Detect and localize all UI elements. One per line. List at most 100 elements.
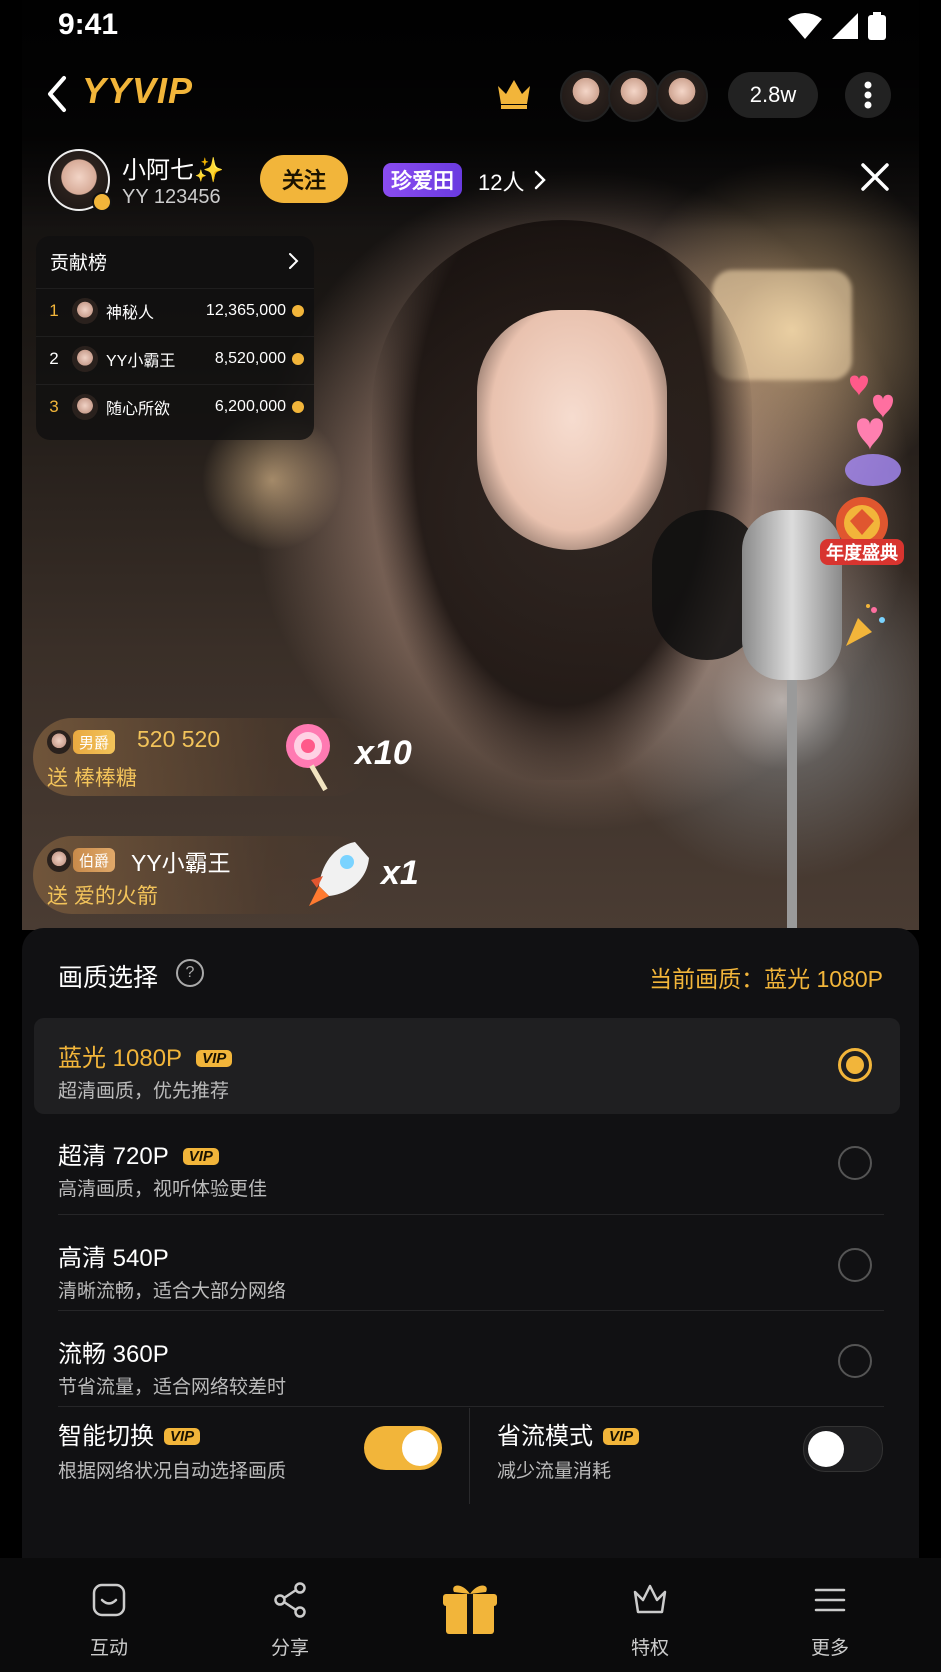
gift-sender-name: 520 520 bbox=[137, 726, 221, 752]
board-amount: 8,520,000 bbox=[214, 350, 286, 367]
data-saver-title: 省流模式 bbox=[497, 1423, 593, 1450]
chevron-right-icon[interactable] bbox=[288, 252, 300, 270]
divider bbox=[58, 1214, 884, 1215]
fan-club-badge[interactable]: 珍爱田 bbox=[383, 163, 462, 197]
board-amount: 6,200,000 bbox=[214, 398, 286, 415]
viewer-avatars[interactable] bbox=[560, 70, 708, 122]
chevron-right-icon[interactable] bbox=[533, 169, 547, 191]
coin-icon bbox=[292, 353, 304, 365]
gift-description: 送 爱的火箭 bbox=[47, 885, 158, 908]
share-icon bbox=[274, 1582, 306, 1618]
annual-gala-label: 年度盛典 bbox=[820, 539, 904, 565]
smart-switch-desc: 根据网络状况自动选择画质 bbox=[58, 1461, 287, 1482]
toggle-title: 省流模式 VIP bbox=[497, 1416, 640, 1451]
avatar bbox=[47, 848, 71, 872]
gift-banner[interactable]: 男爵 520 520 送 棒棒糖 x10 bbox=[33, 718, 412, 796]
viewer-count[interactable]: 2.8w bbox=[728, 72, 818, 118]
avatar bbox=[72, 394, 98, 420]
board-user-name: 神秘人 bbox=[106, 305, 155, 322]
annual-gala-badge[interactable]: 年度盛典 bbox=[820, 495, 904, 585]
board-user-name: YY小霸王 bbox=[106, 353, 176, 370]
board-rank: 1 bbox=[49, 301, 59, 320]
smile-chat-icon bbox=[92, 1583, 126, 1617]
nav-more[interactable]: 更多 bbox=[780, 1580, 880, 1660]
radio-selected[interactable] bbox=[838, 1048, 872, 1082]
host-level-badge bbox=[92, 192, 112, 212]
host-name: 小阿七✨ bbox=[122, 157, 224, 184]
live-room-screen: 9:41 YYVIP 2.8w 小阿七✨ YY 123456 关注 珍爱田 12… bbox=[0, 0, 941, 1672]
follow-button[interactable]: 关注 bbox=[260, 155, 348, 203]
board-row[interactable]: 1 神秘人 12,365,000 bbox=[36, 288, 314, 333]
brand-logo: YYVIP bbox=[82, 70, 194, 111]
avatar bbox=[656, 70, 708, 122]
fan-club-count[interactable]: 12人 bbox=[478, 165, 524, 197]
radio-dot bbox=[846, 1056, 864, 1074]
quality-option-title: 超清 720P VIP bbox=[58, 1136, 219, 1171]
nav-interact-label: 互动 bbox=[89, 1638, 128, 1659]
avatar bbox=[47, 730, 71, 754]
data-saver-desc: 减少流量消耗 bbox=[497, 1461, 612, 1482]
toggle-knob bbox=[808, 1431, 844, 1467]
gift-sender-name: YY小霸王 bbox=[131, 850, 231, 876]
quality-option-desc: 高清画质，视听体验更佳 bbox=[58, 1179, 268, 1200]
nav-privilege[interactable]: 特权 bbox=[600, 1580, 700, 1660]
radio-unselected[interactable] bbox=[838, 1146, 872, 1180]
smart-switch-title: 智能切换 bbox=[58, 1423, 154, 1450]
gift-description: 送 棒棒糖 bbox=[47, 767, 137, 790]
contribution-board[interactable]: 贡献榜 1 神秘人 12,365,000 2 YY小霸王 8,520,000 3… bbox=[36, 236, 314, 440]
vip-badge: VIP bbox=[164, 1428, 201, 1445]
crown-icon[interactable] bbox=[494, 72, 534, 112]
board-row[interactable]: 2 YY小霸王 8,520,000 bbox=[36, 336, 314, 381]
radio-unselected[interactable] bbox=[838, 1248, 872, 1282]
data-saver-row[interactable]: 省流模式 VIP 减少流量消耗 bbox=[469, 1416, 919, 1506]
mic-stand bbox=[787, 680, 797, 930]
board-rank: 2 bbox=[49, 349, 59, 368]
vip-badge: VIP bbox=[196, 1050, 233, 1067]
board-title: 贡献榜 bbox=[50, 253, 108, 274]
more-vertical-icon bbox=[864, 81, 872, 109]
wifi-icon bbox=[788, 13, 822, 39]
toggle-title: 智能切换 VIP bbox=[58, 1416, 201, 1451]
close-icon[interactable] bbox=[858, 160, 892, 194]
signal-icon bbox=[832, 13, 858, 39]
gift-multiplier: x10 bbox=[355, 734, 412, 772]
board-rank: 3 bbox=[49, 397, 59, 416]
quality-sheet: 画质选择 ? 当前画质：蓝光 1080P 蓝光 1080P VIP 超清画质，优先… bbox=[22, 928, 919, 1558]
quality-option-label: 高清 540P bbox=[58, 1245, 169, 1272]
noble-rank-tag: 男爵 bbox=[73, 730, 116, 754]
quality-option-720p[interactable]: 超清 720P VIP 高清画质，视听体验更佳 bbox=[34, 1116, 900, 1212]
party-popper-icon bbox=[846, 604, 885, 646]
gift-icon[interactable] bbox=[440, 1578, 500, 1638]
divider bbox=[58, 1310, 884, 1311]
quality-option-desc: 超清画质，优先推荐 bbox=[58, 1081, 230, 1102]
back-icon[interactable] bbox=[42, 74, 72, 114]
quality-option-540p[interactable]: 高清 540P 清晰流畅，适合大部分网络 bbox=[34, 1218, 900, 1314]
toggle-knob bbox=[402, 1430, 438, 1466]
more-options-button[interactable] bbox=[845, 72, 891, 118]
avatar bbox=[608, 70, 660, 122]
board-row[interactable]: 3 随心所欲 6,200,000 bbox=[36, 384, 314, 429]
status-time: 9:41 bbox=[58, 8, 119, 41]
quality-option-360p[interactable]: 流畅 360P 节省流量，适合网络较差时 bbox=[34, 1314, 900, 1410]
host-id: YY 123456 bbox=[122, 186, 221, 208]
hearts-icon bbox=[845, 375, 901, 486]
battery-icon bbox=[868, 12, 886, 40]
smart-switch-toggle[interactable] bbox=[364, 1426, 442, 1470]
board-amount: 12,365,000 bbox=[205, 302, 286, 319]
gift-banner[interactable]: 伯爵 YY小霸王 送 爱的火箭 x1 bbox=[33, 836, 419, 914]
status-icons bbox=[788, 12, 886, 40]
nav-privilege-label: 特权 bbox=[630, 1638, 669, 1659]
vip-badge: VIP bbox=[603, 1428, 640, 1445]
gift-multiplier: x1 bbox=[381, 854, 419, 892]
quality-option-1080p[interactable]: 蓝光 1080P VIP 超清画质，优先推荐 bbox=[34, 1018, 900, 1114]
crown-outline-icon bbox=[633, 1584, 667, 1614]
help-icon[interactable]: ? bbox=[176, 959, 204, 987]
smart-switch-row[interactable]: 智能切换 VIP 根据网络状况自动选择画质 bbox=[22, 1416, 469, 1506]
avatar bbox=[560, 70, 612, 122]
nav-share[interactable]: 分享 bbox=[240, 1580, 340, 1660]
nav-interact[interactable]: 互动 bbox=[59, 1580, 159, 1660]
avatar bbox=[72, 346, 98, 372]
data-saver-toggle[interactable] bbox=[803, 1426, 883, 1472]
coin-icon bbox=[292, 401, 304, 413]
radio-unselected[interactable] bbox=[838, 1344, 872, 1378]
